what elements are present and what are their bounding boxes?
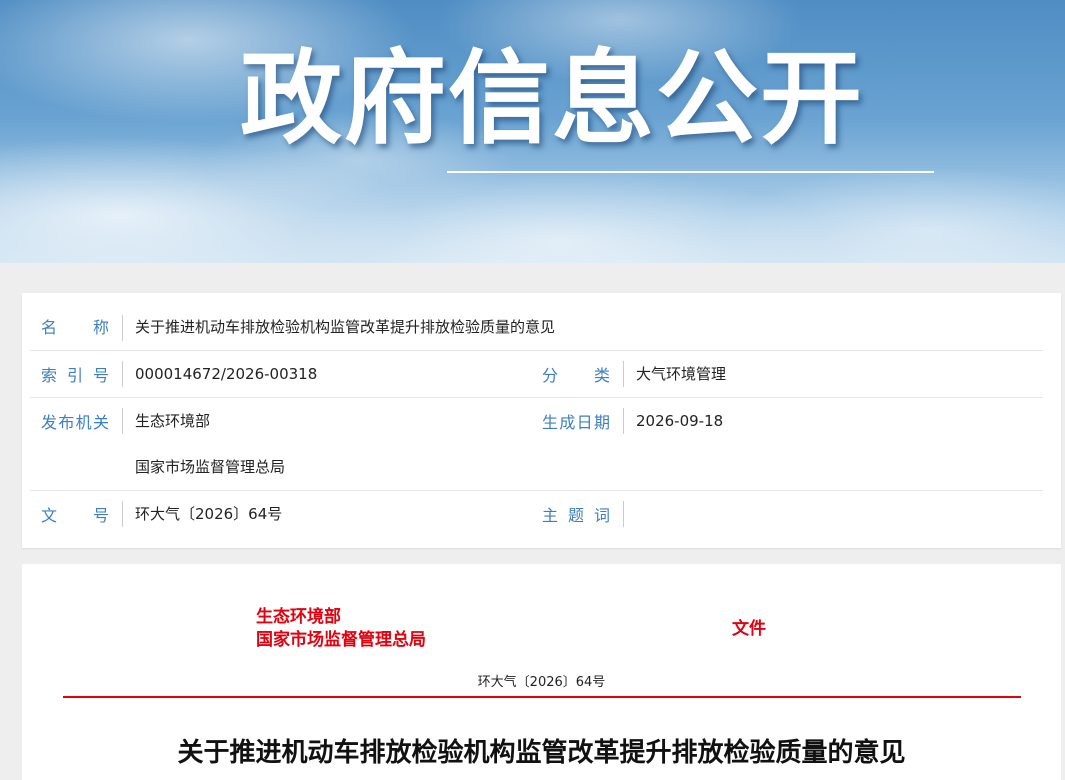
date-value: 2026-09-18 — [636, 412, 724, 430]
row-docno: 文号 环大气〔2026〕64号 主题词 — [30, 491, 1043, 539]
banner: 政府信息公开 — [0, 0, 1065, 263]
docno-label: 文号 — [41, 506, 109, 525]
divider — [122, 501, 123, 527]
keywords-label: 主题词 — [542, 506, 610, 525]
name-label: 名称 — [41, 318, 109, 337]
date-label: 生成日期 — [542, 413, 610, 432]
document-issuer-2: 国家市场监督管理总局 — [256, 630, 426, 650]
index-value: 000014672/2026-00318 — [135, 365, 318, 383]
category-value: 大气环境管理 — [636, 365, 727, 383]
name-value: 关于推进机动车排放检验机构监管改革提升排放检验质量的意见 — [135, 318, 556, 336]
issuer-label: 发布机关 — [41, 413, 109, 432]
divider — [623, 408, 624, 434]
document-number: 环大气〔2026〕64号 — [477, 675, 606, 690]
index-label: 索引号 — [41, 366, 109, 385]
row-issuer: 发布机关 生态环境部 国家市场监督管理总局 生成日期 2026-09-18 — [30, 398, 1043, 491]
divider — [122, 408, 123, 434]
divider — [623, 361, 624, 387]
document-title: 关于推进机动车排放检验机构监管改革提升排放检验质量的意见 — [177, 738, 906, 768]
document-red-rule — [63, 696, 1021, 698]
divider — [623, 501, 624, 527]
divider — [122, 315, 123, 341]
document-issuer-1: 生态环境部 — [256, 607, 341, 627]
divider — [122, 361, 123, 387]
banner-title: 政府信息公开 — [240, 40, 864, 159]
banner-underline — [447, 171, 934, 173]
issuer-value-2: 国家市场监督管理总局 — [135, 458, 286, 476]
issuer-value-1: 生态环境部 — [135, 412, 211, 430]
row-index: 索引号 000014672/2026-00318 分类 大气环境管理 — [30, 351, 1043, 398]
document-body: 生态环境部 国家市场监督管理总局 文件 环大气〔2026〕64号 关于推进机动车… — [22, 564, 1061, 780]
row-name: 名称 关于推进机动车排放检验机构监管改革提升排放检验质量的意见 — [30, 303, 1043, 351]
document-file-word: 文件 — [732, 619, 766, 639]
category-label: 分类 — [542, 366, 610, 385]
docno-value: 环大气〔2026〕64号 — [135, 505, 283, 523]
info-table: 名称 关于推进机动车排放检验机构监管改革提升排放检验质量的意见 索引号 0000… — [22, 293, 1061, 548]
